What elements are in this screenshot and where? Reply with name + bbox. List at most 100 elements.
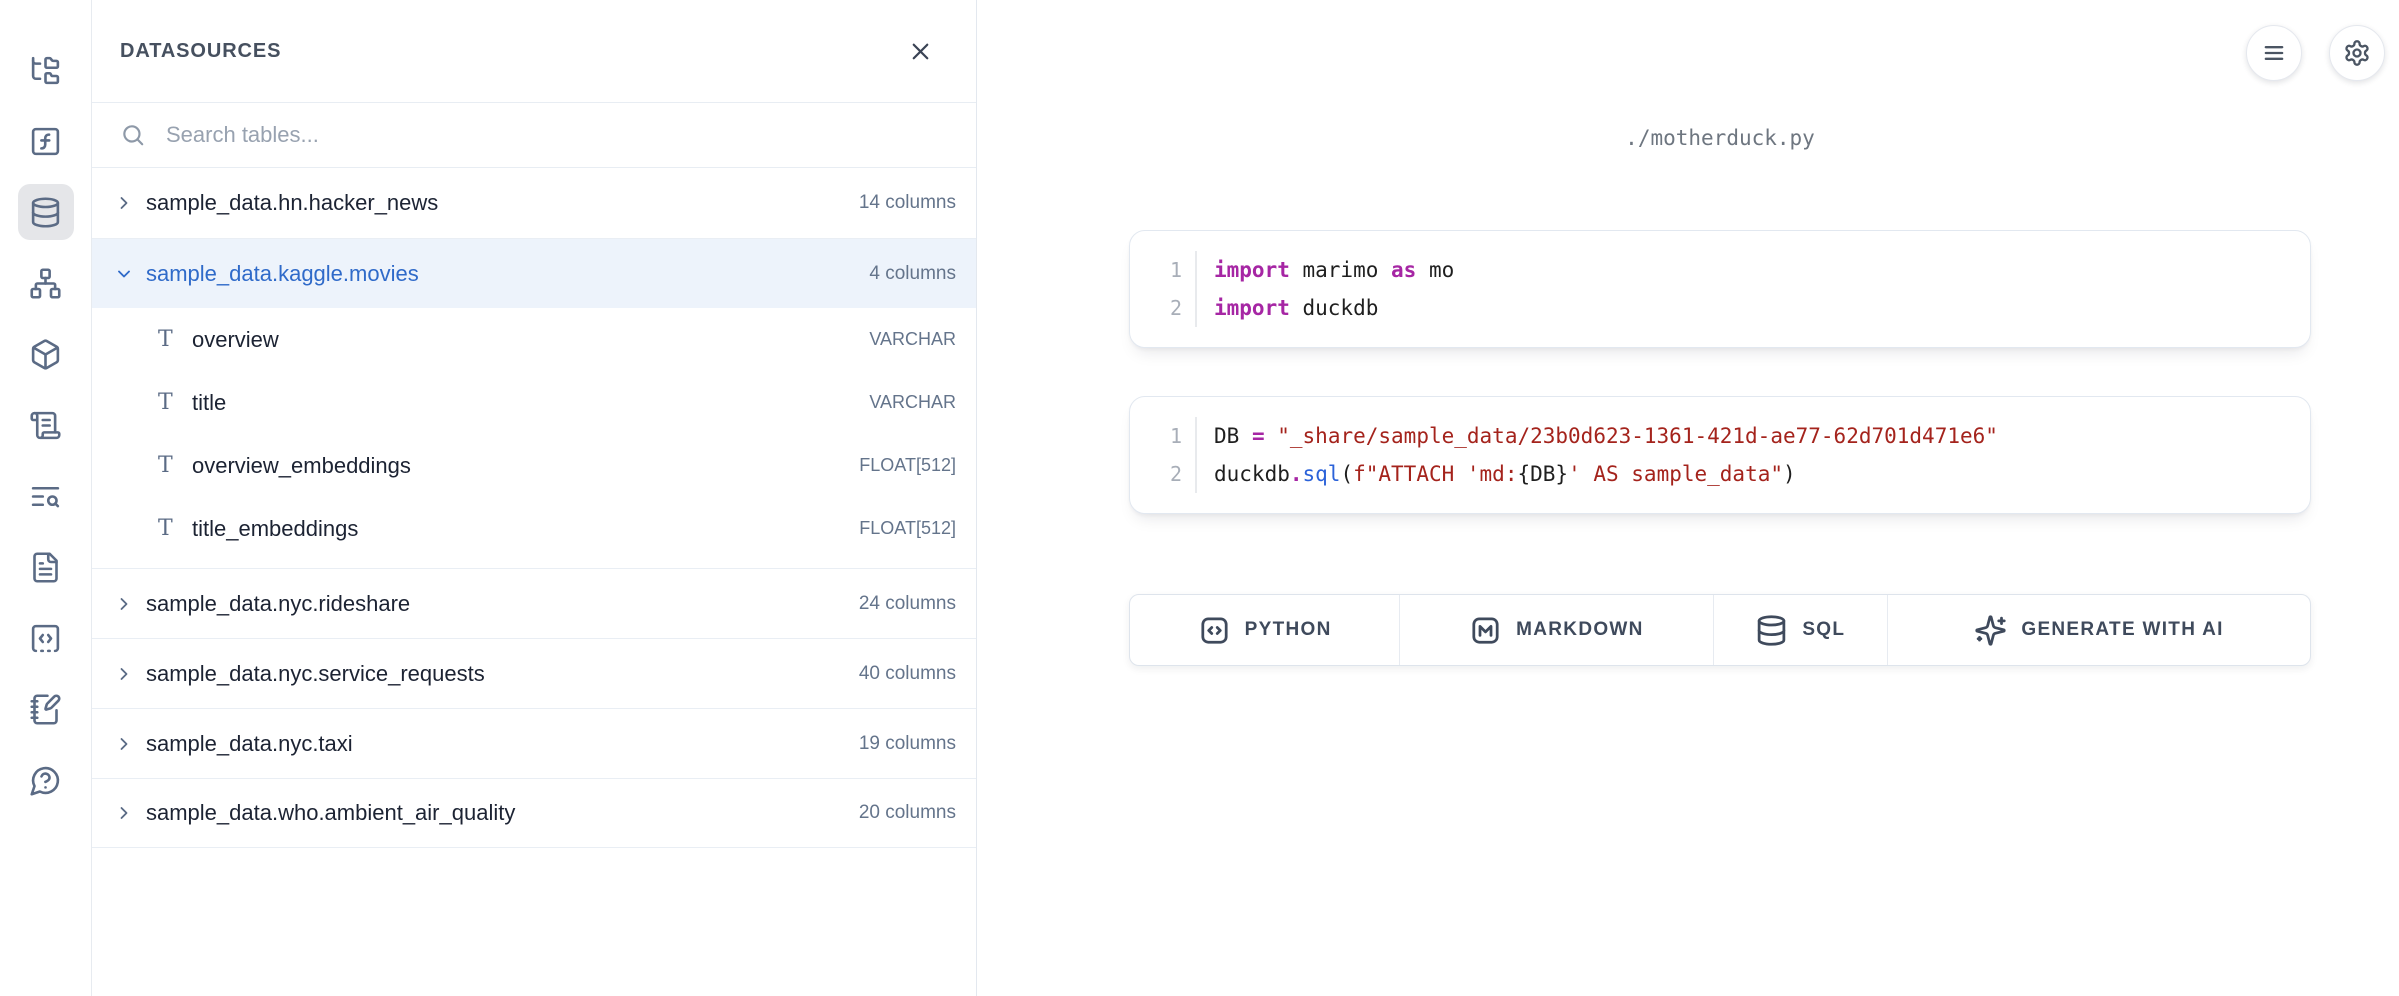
add-markdown-label: MARKDOWN — [1516, 619, 1644, 641]
sidebar-item-datasources[interactable] — [18, 184, 74, 240]
line-number-gutter: 12 — [1130, 251, 1197, 327]
column-name: overview — [192, 327, 869, 353]
sidebar-item-file-explorer[interactable] — [18, 42, 74, 98]
table-row[interactable]: sample_data.nyc.service_requests40 colum… — [92, 638, 976, 708]
table-row[interactable]: sample_data.nyc.taxi19 columns — [92, 708, 976, 778]
code-token: import — [1214, 296, 1290, 320]
box-icon — [29, 338, 62, 371]
code-editor[interactable]: DB = "_share/sample_data/23b0d623-1361-4… — [1197, 417, 2310, 493]
code-line: DB = "_share/sample_data/23b0d623-1361-4… — [1214, 417, 2310, 455]
sidebar-item-dependencies[interactable] — [18, 255, 74, 311]
text-search-icon — [29, 480, 62, 513]
datasources-panel: DATASOURCES sample_data.hn.hacker_news14… — [92, 0, 977, 996]
column-type: FLOAT[512] — [859, 518, 956, 539]
code-token — [1265, 424, 1278, 448]
generate-with-ai-button[interactable]: GENERATE WITH AI — [1887, 595, 2310, 665]
notebook-content: ./motherduck.py 12import marimo as moimp… — [1129, 126, 2311, 666]
chevron-right-icon — [114, 803, 134, 823]
table-row[interactable]: sample_data.kaggle.movies4 columns — [92, 238, 976, 308]
database-icon — [29, 196, 62, 229]
column-name: title — [192, 390, 869, 416]
cell-list: 12import marimo as moimport duckdb12DB =… — [1129, 230, 2311, 514]
text-type-icon: T — [158, 327, 186, 352]
line-number: 2 — [1130, 455, 1182, 493]
sidebar-item-tracebacks[interactable] — [18, 468, 74, 524]
column-row[interactable]: ToverviewVARCHAR — [92, 308, 976, 371]
code-token: import — [1214, 258, 1290, 282]
chevron-down-icon — [114, 264, 134, 284]
chevron-right-icon — [114, 734, 134, 754]
column-row[interactable]: TtitleVARCHAR — [92, 371, 976, 434]
sidebar-item-help[interactable] — [18, 752, 74, 808]
generate-with-ai-label: GENERATE WITH AI — [2021, 619, 2223, 641]
column-row[interactable]: Ttitle_embeddingsFLOAT[512] — [92, 497, 976, 560]
code-token: marimo — [1290, 258, 1391, 282]
code-editor[interactable]: import marimo as moimport duckdb — [1197, 251, 2310, 327]
text-type-icon: T — [158, 390, 186, 415]
chevron-right-icon — [114, 193, 134, 213]
file-text-icon — [29, 551, 62, 584]
square-code-icon — [29, 622, 62, 655]
code-square-icon — [1198, 614, 1231, 647]
code-line: duckdb.sql(f"ATTACH 'md:{DB}' AS sample_… — [1214, 455, 2310, 493]
chevron-right-icon — [114, 664, 134, 684]
code-cell[interactable]: 12import marimo as moimport duckdb — [1129, 230, 2311, 348]
add-sql-cell-button[interactable]: SQL — [1713, 595, 1888, 665]
column-type: FLOAT[512] — [859, 455, 956, 476]
folder-tree-icon — [29, 54, 62, 87]
add-cell-bar: PYTHON MARKDOWN SQL GENERATE WITH AI — [1129, 594, 2311, 666]
topbar — [2246, 25, 2385, 81]
table-row[interactable]: sample_data.nyc.rideshare24 columns — [92, 568, 976, 638]
code-token: . — [1290, 462, 1303, 486]
sidebar-item-scratchpad[interactable] — [18, 681, 74, 737]
code-token: DB — [1214, 424, 1252, 448]
notebook-area: ./motherduck.py 12import marimo as moimp… — [977, 0, 2399, 996]
add-python-cell-button[interactable]: PYTHON — [1130, 595, 1399, 665]
text-type-icon: T — [158, 453, 186, 478]
sidebar-item-packages[interactable] — [18, 326, 74, 382]
column-list: ToverviewVARCHARTtitleVARCHARToverview_e… — [92, 308, 976, 568]
table-name: sample_data.who.ambient_air_quality — [146, 800, 859, 826]
table-column-count: 24 columns — [859, 593, 956, 615]
chevron-right-icon — [114, 594, 134, 614]
add-markdown-cell-button[interactable]: MARKDOWN — [1399, 595, 1712, 665]
panel-header: DATASOURCES — [92, 0, 976, 103]
table-name: sample_data.nyc.taxi — [146, 731, 859, 757]
code-line: import duckdb — [1214, 289, 2310, 327]
table-name: sample_data.nyc.rideshare — [146, 591, 859, 617]
table-column-count: 20 columns — [859, 802, 956, 824]
code-cell[interactable]: 12DB = "_share/sample_data/23b0d623-1361… — [1129, 396, 2311, 514]
table-column-count: 40 columns — [859, 663, 956, 685]
table-column-count: 4 columns — [869, 263, 956, 285]
table-column-count: 14 columns — [859, 192, 956, 214]
column-type: VARCHAR — [869, 329, 956, 350]
menu-button[interactable] — [2246, 25, 2302, 81]
notebook-filename[interactable]: ./motherduck.py — [1129, 126, 2311, 150]
text-type-icon: T — [158, 516, 186, 541]
sidebar-item-logs[interactable] — [18, 397, 74, 453]
panel-title: DATASOURCES — [120, 40, 281, 63]
message-question-icon — [29, 764, 62, 797]
add-python-label: PYTHON — [1245, 619, 1332, 641]
database-icon — [1755, 614, 1788, 647]
sidebar-item-documentation[interactable] — [18, 539, 74, 595]
code-token: f"ATTACH 'md: — [1353, 462, 1517, 486]
add-sql-label: SQL — [1802, 619, 1845, 641]
menu-icon — [2260, 39, 2288, 67]
table-row[interactable]: sample_data.hn.hacker_news14 columns — [92, 168, 976, 238]
column-row[interactable]: Toverview_embeddingsFLOAT[512] — [92, 434, 976, 497]
icon-rail — [0, 0, 92, 996]
gear-icon — [2343, 39, 2371, 67]
settings-button[interactable] — [2329, 25, 2385, 81]
table-row[interactable]: sample_data.who.ambient_air_quality20 co… — [92, 778, 976, 848]
sidebar-item-snippets[interactable] — [18, 610, 74, 666]
line-number: 1 — [1130, 251, 1182, 289]
table-name: sample_data.nyc.service_requests — [146, 661, 859, 687]
close-panel-button[interactable] — [905, 36, 936, 67]
column-name: overview_embeddings — [192, 453, 859, 479]
close-icon — [907, 38, 934, 65]
sidebar-item-variables[interactable] — [18, 113, 74, 169]
search-input[interactable] — [164, 121, 948, 149]
column-name: title_embeddings — [192, 516, 859, 542]
table-list: sample_data.hn.hacker_news14 columnssamp… — [92, 168, 976, 996]
